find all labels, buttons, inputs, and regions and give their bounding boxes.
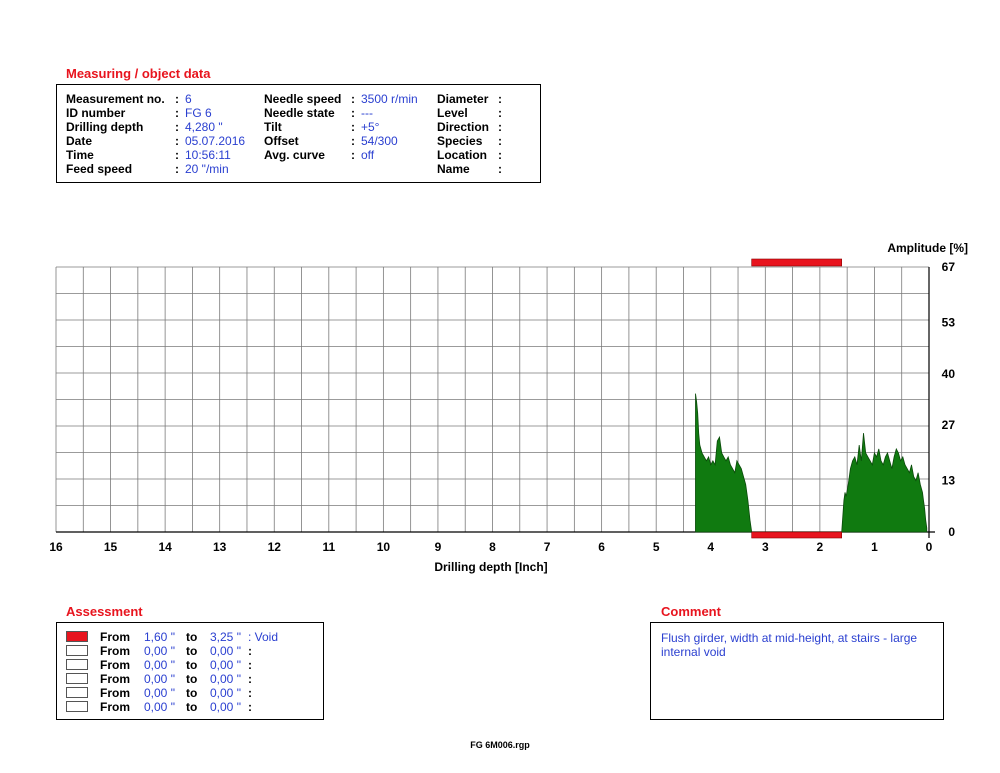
x-tick-label: 13 <box>213 540 227 554</box>
assessment-description: : <box>248 658 252 672</box>
y-axis-ticks: 0 13 27 40 53 67 <box>942 260 956 539</box>
x-tick-label: 8 <box>489 540 496 554</box>
from-value: 0,00 " <box>144 700 175 714</box>
from-value: 1,60 " <box>144 630 175 644</box>
x-tick-label: 4 <box>707 540 714 554</box>
from-label: From <box>100 686 130 700</box>
x-tick-label: 0 <box>926 540 933 554</box>
x-axis-label: Drilling depth [Inch] <box>434 560 547 574</box>
x-tick-label: 3 <box>762 540 769 554</box>
from-value: 0,00 " <box>144 672 175 686</box>
void-marker-top <box>751 258 842 267</box>
y-tick-label: 67 <box>942 260 956 274</box>
assessment-color-swatch <box>66 673 88 684</box>
x-tick-label: 12 <box>268 540 282 554</box>
y-tick-label: 13 <box>942 474 956 488</box>
to-value: 0,00 " <box>210 644 241 658</box>
assessment-color-swatch <box>66 701 88 712</box>
drilling-chart: 16 15 14 13 12 11 10 9 8 7 6 5 4 3 2 1 0 01327405367 Dri… <box>49 241 968 574</box>
amplitude-area-path <box>695 393 928 533</box>
to-value: 0,00 " <box>210 658 241 672</box>
assessment-row: From 0,00 " to 0,00 ": <box>66 700 336 714</box>
assessment-color-swatch <box>66 645 88 656</box>
assessment-row: From 0,00 " to 0,00 ": <box>66 658 336 672</box>
x-tick-label: 11 <box>322 540 335 554</box>
assessment-description: : <box>248 644 252 658</box>
y-tick-label: 40 <box>942 367 956 381</box>
assessment-color-swatch <box>66 687 88 698</box>
to-label: to <box>186 686 198 700</box>
amplitude-area <box>695 393 928 533</box>
y-axis-label: Amplitude [%] <box>887 241 968 255</box>
x-tick-label: 15 <box>104 540 118 554</box>
void-marker-bottom <box>751 531 842 539</box>
y-tick-label: 0 <box>948 525 955 539</box>
assessment-row: From 1,60 " to 3,25 " : Void <box>66 630 336 644</box>
comment-title: Comment <box>661 604 721 619</box>
x-tick-label: 14 <box>158 540 172 554</box>
x-tick-label: 6 <box>598 540 605 554</box>
assessment-title: Assessment <box>66 604 143 619</box>
from-label: From <box>100 672 130 686</box>
to-label: to <box>186 672 198 686</box>
from-label: From <box>100 644 130 658</box>
assessment-row: From 0,00 " to 0,00 ": <box>66 644 336 658</box>
x-tick-label: 9 <box>435 540 442 554</box>
assessment-description: : Void <box>248 630 279 644</box>
from-value: 0,00 " <box>144 658 175 672</box>
y-tick-label: 27 <box>942 418 956 432</box>
to-label: to <box>186 644 198 658</box>
assessment-color-swatch <box>66 659 88 670</box>
from-label: From <box>100 630 130 644</box>
assessment-description: : <box>248 672 252 686</box>
from-value: 0,00 " <box>144 686 175 700</box>
to-value: 0,00 " <box>210 700 241 714</box>
to-value: 0,00 " <box>210 672 241 686</box>
assessment-row: From 0,00 " to 0,00 ": <box>66 686 336 700</box>
x-tick-label: 10 <box>377 540 391 554</box>
comment-box: Flush girder, width at mid-height, at st… <box>650 622 944 720</box>
x-tick-label: 7 <box>544 540 551 554</box>
comment-text: Flush girder, width at mid-height, at st… <box>661 631 918 659</box>
x-axis-ticks: 16 15 14 13 12 11 10 9 8 7 6 5 4 3 2 1 0 <box>49 540 932 554</box>
assessment-description: : <box>248 686 252 700</box>
assessment-color-swatch <box>66 631 88 642</box>
x-tick-label: 16 <box>49 540 63 554</box>
assessment-row: From 0,00 " to 0,00 ": <box>66 672 336 686</box>
x-tick-label: 5 <box>653 540 660 554</box>
file-name: FG 6M006.rgp <box>470 740 530 750</box>
assessment-description: : <box>248 700 252 714</box>
x-tick-label: 1 <box>871 540 878 554</box>
from-value: 0,00 " <box>144 644 175 658</box>
chart-grid <box>55 266 935 538</box>
to-label: to <box>186 700 198 714</box>
to-label: to <box>186 658 198 672</box>
from-label: From <box>100 700 130 714</box>
to-label: to <box>186 630 198 644</box>
to-value: 3,25 " <box>210 630 241 644</box>
to-value: 0,00 " <box>210 686 241 700</box>
assessment-list: From 1,60 " to 3,25 " : Void From 0,00 " to 0,00… <box>66 630 316 714</box>
from-label: From <box>100 658 130 672</box>
x-tick-label: 2 <box>817 540 824 554</box>
y-tick-label: 53 <box>942 315 956 329</box>
